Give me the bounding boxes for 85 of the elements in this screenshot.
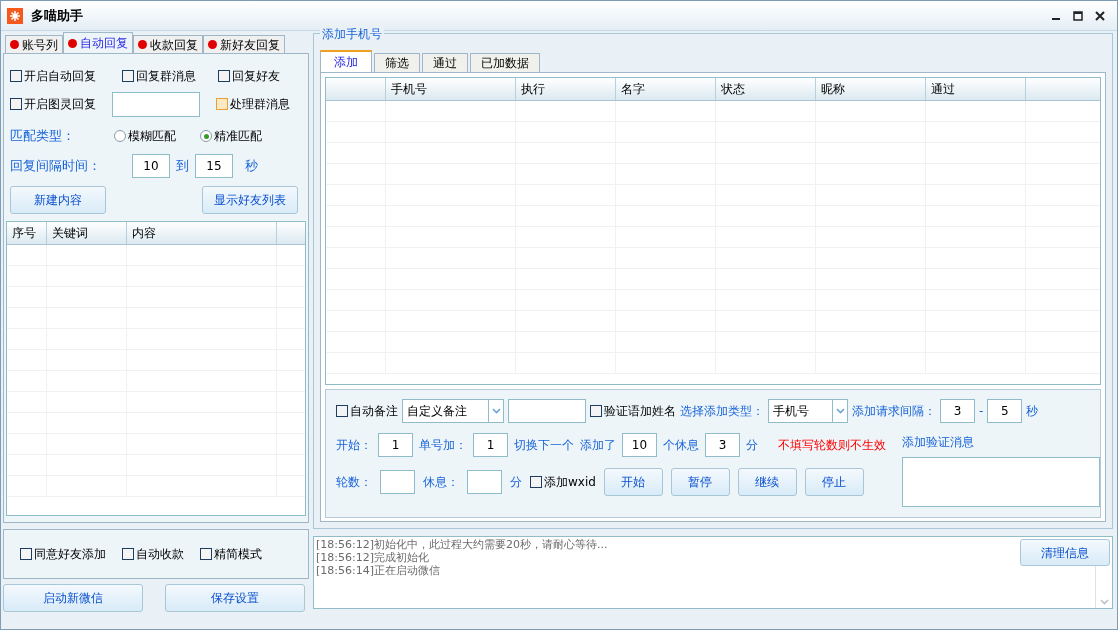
column-header[interactable]: 序号 bbox=[7, 222, 47, 244]
close-icon[interactable] bbox=[1095, 10, 1105, 21]
tab[interactable]: 筛选 bbox=[374, 53, 420, 72]
label: 添加请求间隔： bbox=[852, 403, 936, 420]
label: 匹配类型： bbox=[10, 127, 76, 146]
checkbox[interactable]: 同意好友添加 bbox=[20, 545, 106, 563]
warning-text: 不填写轮数则不生效 bbox=[778, 437, 886, 454]
input-field[interactable]: 5 bbox=[987, 399, 1023, 423]
column-header[interactable]: 手机号 bbox=[386, 78, 516, 100]
label: 到 bbox=[176, 157, 189, 176]
tab[interactable]: 新好友回复 bbox=[203, 35, 285, 53]
column-header[interactable]: 关键词 bbox=[47, 222, 127, 244]
checkbox[interactable]: 处理群消息 bbox=[216, 95, 290, 113]
checkbox[interactable]: 回复好友 bbox=[218, 67, 280, 85]
button[interactable]: 启动新微信 bbox=[3, 584, 143, 612]
column-header[interactable]: 昵称 bbox=[816, 78, 926, 100]
message-field[interactable] bbox=[902, 457, 1100, 507]
checkbox[interactable]: 验证语加姓名 bbox=[590, 402, 676, 420]
label: 添加了 bbox=[580, 437, 616, 454]
input-field[interactable] bbox=[112, 91, 200, 117]
tab[interactable]: 收款回复 bbox=[133, 35, 203, 53]
input-field[interactable]: 10 bbox=[622, 433, 657, 457]
button[interactable]: 开始 bbox=[603, 468, 663, 496]
input-field[interactable]: 1 bbox=[378, 433, 413, 457]
button[interactable]: 继续 bbox=[737, 468, 797, 496]
label: 单号加： bbox=[419, 437, 467, 454]
column-header[interactable]: 状态 bbox=[716, 78, 816, 100]
checkbox[interactable]: 自动收款 bbox=[122, 545, 184, 563]
checkbox[interactable]: 开启自动回复 bbox=[10, 67, 122, 85]
clear-button[interactable]: 清理信息 bbox=[1020, 539, 1110, 566]
tab[interactable]: 添加 bbox=[320, 50, 372, 72]
input-field[interactable] bbox=[467, 470, 502, 494]
column-header[interactable]: 通过 bbox=[926, 78, 1026, 100]
label: 选择添加类型： bbox=[680, 403, 764, 420]
tab[interactable]: 通过 bbox=[422, 53, 468, 72]
log-line: [18:56:14]正在启动微信 bbox=[316, 564, 441, 577]
label: 切换下一个 bbox=[514, 437, 574, 454]
dropdown[interactable]: 手机号 bbox=[768, 399, 848, 423]
tab[interactable]: 自动回复 bbox=[63, 32, 133, 53]
checkbox[interactable]: 自动备注 bbox=[336, 402, 398, 420]
label: 回复间隔时间： bbox=[10, 157, 102, 176]
input-field[interactable]: 3 bbox=[940, 399, 975, 423]
column-header[interactable]: 内容 bbox=[127, 222, 277, 244]
chevron-down-icon[interactable] bbox=[1099, 599, 1109, 605]
chevron-down-icon bbox=[491, 408, 501, 414]
input-field[interactable]: 1 bbox=[473, 433, 508, 457]
checkbox[interactable]: 添加wxid bbox=[530, 473, 596, 491]
label: 轮数： bbox=[336, 474, 372, 491]
log-line: [18:56:12]完成初始化 bbox=[316, 551, 430, 564]
checkbox[interactable]: 开启图灵回复 bbox=[10, 95, 112, 113]
button[interactable]: 暂停 bbox=[670, 468, 730, 496]
checkbox[interactable]: 精简模式 bbox=[200, 545, 262, 563]
button[interactable]: 停止 bbox=[804, 468, 864, 496]
label: 秒 bbox=[245, 157, 258, 176]
input-field[interactable] bbox=[380, 470, 415, 494]
checkbox[interactable]: 回复群消息 bbox=[122, 67, 218, 85]
input-field[interactable]: 15 bbox=[195, 154, 233, 178]
column-header[interactable]: 名字 bbox=[616, 78, 716, 100]
window-title: 多喵助手 bbox=[31, 6, 83, 25]
input-field[interactable]: 10 bbox=[132, 154, 170, 178]
button[interactable]: 新建内容 bbox=[10, 186, 106, 214]
group-title: 添加手机号 bbox=[320, 25, 384, 43]
tab[interactable]: 账号列 bbox=[5, 35, 63, 53]
button[interactable]: 保存设置 bbox=[165, 584, 305, 612]
label: 个休息 bbox=[663, 437, 699, 454]
input-field[interactable]: 3 bbox=[705, 433, 740, 457]
tab[interactable]: 已加数据 bbox=[470, 53, 540, 72]
scrollbar[interactable] bbox=[1095, 566, 1112, 608]
label: 秒 bbox=[1026, 403, 1039, 420]
maximize-icon[interactable] bbox=[1073, 10, 1083, 21]
radio-button[interactable]: 精准匹配 bbox=[200, 127, 262, 145]
button[interactable]: 显示好友列表 bbox=[202, 186, 298, 214]
chevron-down-icon bbox=[835, 408, 845, 414]
label: 分 bbox=[510, 474, 522, 491]
dropdown[interactable]: 自定义备注 bbox=[402, 399, 504, 423]
label: 休息： bbox=[423, 474, 459, 491]
log-line: [18:56:12]初始化中，此过程大约需要20秒，请耐心等待... bbox=[316, 538, 609, 551]
radio-button[interactable]: 模糊匹配 bbox=[114, 127, 200, 145]
column-header[interactable]: 执行 bbox=[516, 78, 616, 100]
label: - bbox=[979, 403, 984, 420]
label: 添加验证消息 bbox=[902, 434, 975, 451]
input-field[interactable] bbox=[508, 399, 586, 423]
app-logo-icon bbox=[7, 7, 23, 24]
label: 开始： bbox=[336, 437, 372, 454]
label: 分 bbox=[746, 437, 758, 454]
